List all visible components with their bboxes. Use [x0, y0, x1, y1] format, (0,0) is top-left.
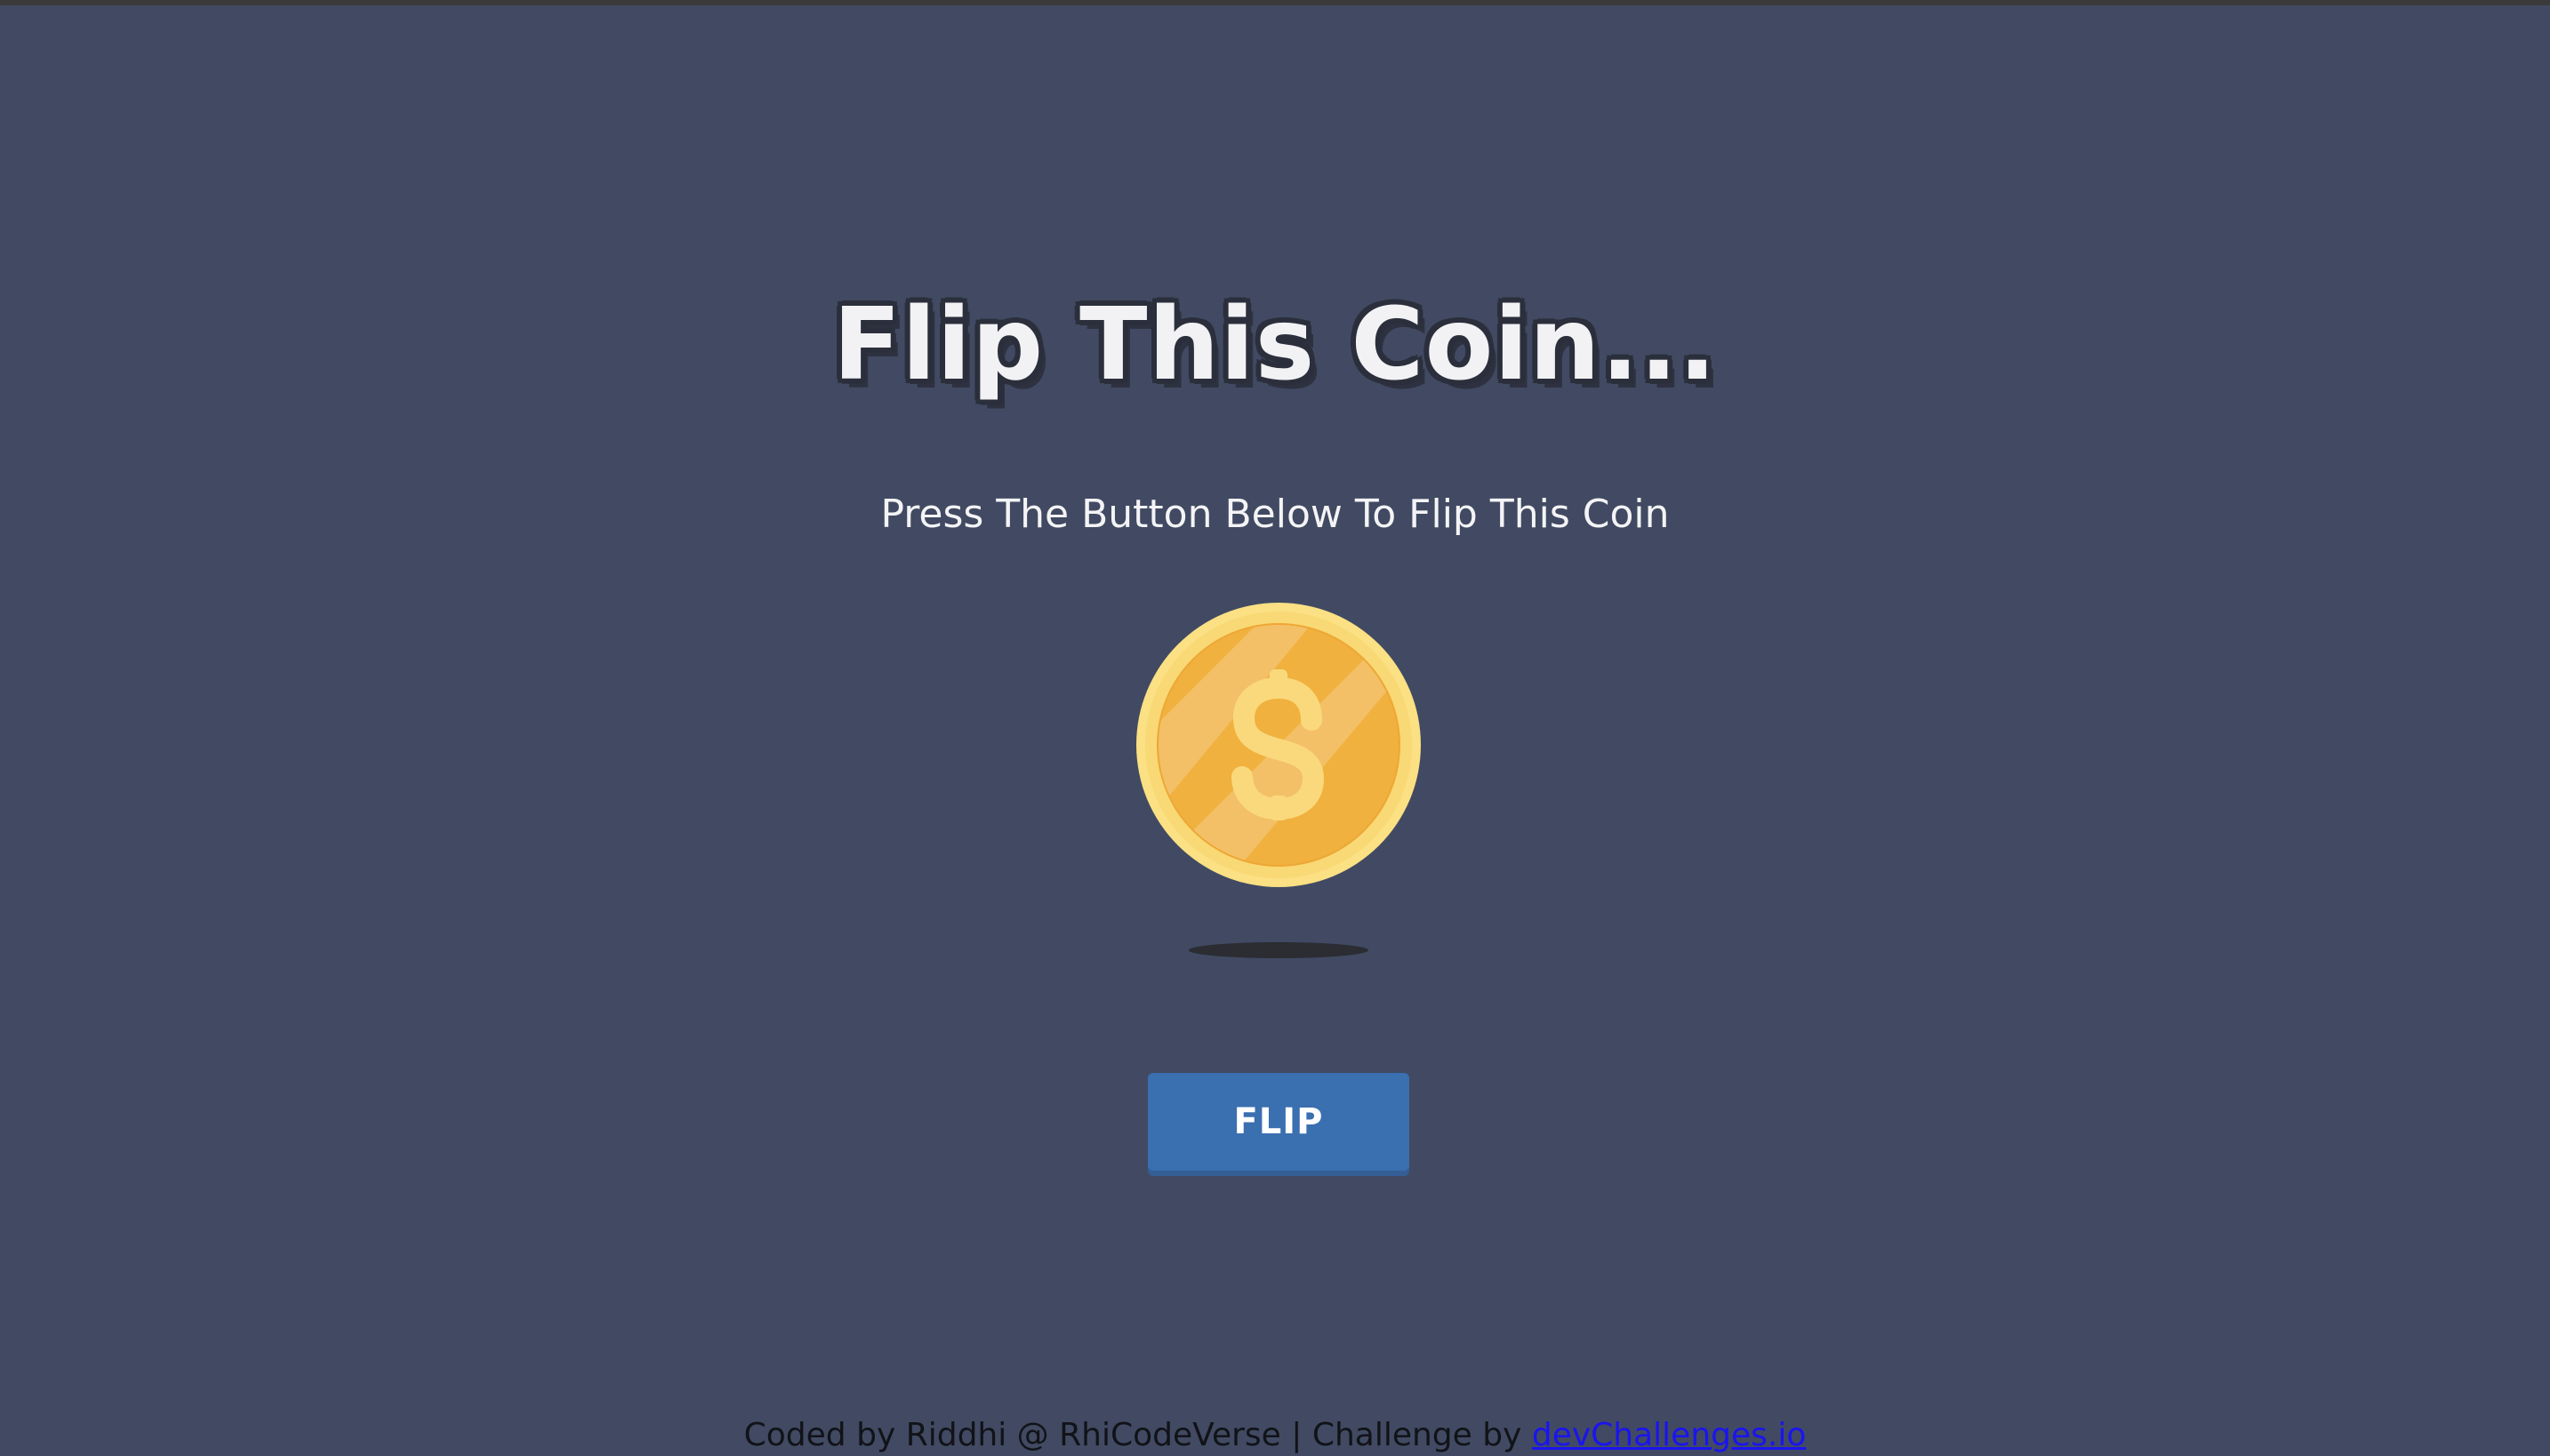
devchallenges-link[interactable]: devChallenges.io [1532, 1417, 1807, 1453]
coin-icon [1136, 603, 1421, 887]
window-top-bar [0, 0, 2550, 5]
footer-credit-text: Coded by Riddhi @ RhiCodeVerse | Challen… [743, 1417, 1532, 1453]
page-title: Flip This Coin... [832, 287, 1718, 403]
footer: Coded by Riddhi @ RhiCodeVerse | Challen… [0, 1415, 2550, 1456]
coin-shadow [1189, 942, 1368, 958]
page-subtitle: Press The Button Below To Flip This Coin [880, 492, 1670, 537]
flip-button[interactable]: FLIP [1148, 1073, 1409, 1171]
coin [1136, 603, 1421, 887]
